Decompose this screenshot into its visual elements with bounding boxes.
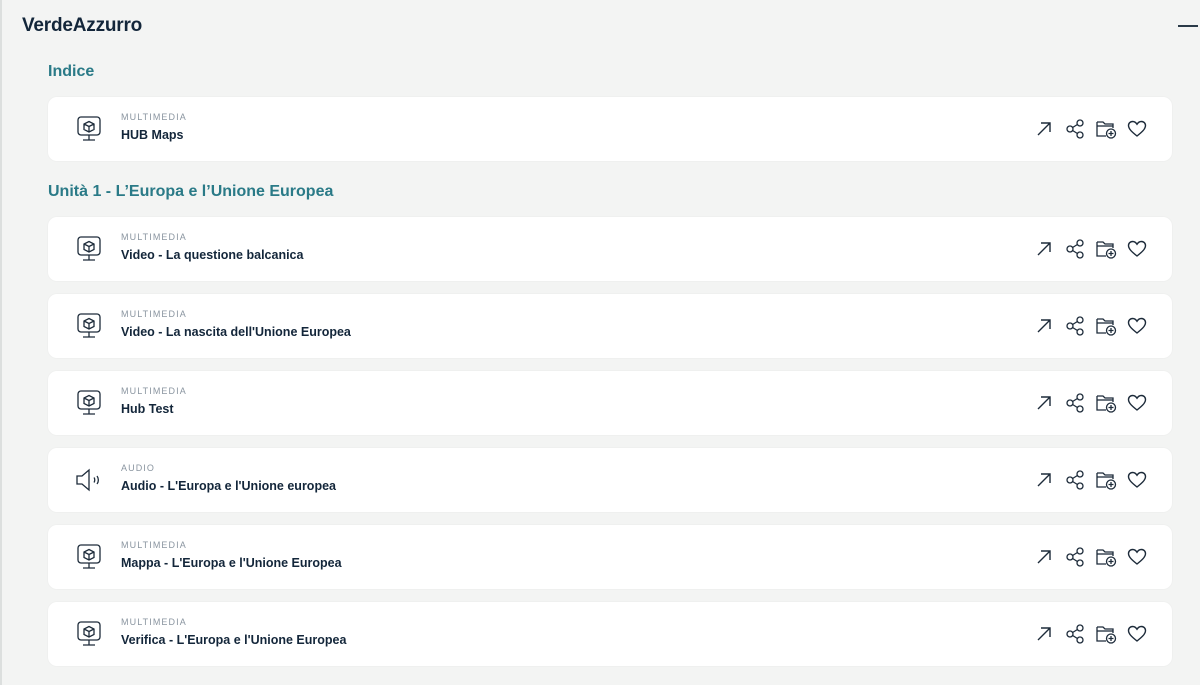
resource-actions <box>1033 546 1148 568</box>
arrow-up-right-icon[interactable] <box>1033 238 1055 260</box>
resource-card[interactable]: MULTIMEDIA Verifica - L'Europa e l'Union… <box>48 602 1172 666</box>
resource-title[interactable]: Video - La questione balcanica <box>121 248 303 262</box>
resource-type: MULTIMEDIA <box>121 386 187 396</box>
share-icon[interactable] <box>1064 238 1086 260</box>
resource-actions <box>1033 315 1148 337</box>
resource-actions <box>1033 623 1148 645</box>
folder-add-icon[interactable] <box>1095 118 1117 140</box>
monitor-cube-icon <box>74 235 104 263</box>
resource-title[interactable]: Verifica - L'Europa e l'Unione Europea <box>121 633 346 647</box>
resource-actions <box>1033 392 1148 414</box>
resource-type: AUDIO <box>121 463 156 473</box>
resource-type: MULTIMEDIA <box>121 617 187 627</box>
heart-icon[interactable] <box>1126 118 1148 140</box>
folder-add-icon[interactable] <box>1095 546 1117 568</box>
heart-icon[interactable] <box>1126 392 1148 414</box>
resource-title[interactable]: Hub Test <box>121 402 174 416</box>
arrow-up-right-icon[interactable] <box>1033 118 1055 140</box>
resource-actions <box>1033 469 1148 491</box>
page-title: VerdeAzzurro <box>22 15 143 36</box>
resource-card[interactable]: MULTIMEDIA Video - La nascita dell'Union… <box>48 294 1172 358</box>
share-icon[interactable] <box>1064 315 1086 337</box>
arrow-up-right-icon[interactable] <box>1033 469 1055 491</box>
monitor-cube-icon <box>74 389 104 417</box>
resource-type: MULTIMEDIA <box>121 540 187 550</box>
resource-type: MULTIMEDIA <box>121 309 187 319</box>
share-icon[interactable] <box>1064 469 1086 491</box>
resource-type: MULTIMEDIA <box>121 112 187 122</box>
heart-icon[interactable] <box>1126 469 1148 491</box>
share-icon[interactable] <box>1064 392 1086 414</box>
collapse-button[interactable] <box>1178 25 1198 27</box>
monitor-cube-icon <box>74 312 104 340</box>
resource-actions <box>1033 238 1148 260</box>
resource-title[interactable]: Audio - L'Europa e l'Unione europea <box>121 479 336 493</box>
folder-add-icon[interactable] <box>1095 315 1117 337</box>
heart-icon[interactable] <box>1126 546 1148 568</box>
monitor-cube-icon <box>74 115 104 143</box>
heart-icon[interactable] <box>1126 315 1148 337</box>
section-title-indice: Indice <box>48 63 95 80</box>
arrow-up-right-icon[interactable] <box>1033 315 1055 337</box>
resource-card[interactable]: AUDIO Audio - L'Europa e l'Unione europe… <box>48 448 1172 512</box>
resource-card[interactable]: MULTIMEDIA Video - La questione balcanic… <box>48 217 1172 281</box>
folder-add-icon[interactable] <box>1095 469 1117 491</box>
resource-actions <box>1033 118 1148 140</box>
folder-add-icon[interactable] <box>1095 238 1117 260</box>
section-title-unit-1: Unità 1 - L’Europa e l’Unione Europea <box>48 183 334 200</box>
monitor-cube-icon <box>74 543 104 571</box>
resource-title[interactable]: Mappa - L'Europa e l'Unione Europea <box>121 556 342 570</box>
arrow-up-right-icon[interactable] <box>1033 623 1055 645</box>
heart-icon[interactable] <box>1126 623 1148 645</box>
resource-card[interactable]: MULTIMEDIA HUB Maps <box>48 97 1172 161</box>
heart-icon[interactable] <box>1126 238 1148 260</box>
share-icon[interactable] <box>1064 623 1086 645</box>
arrow-up-right-icon[interactable] <box>1033 392 1055 414</box>
resource-card[interactable]: MULTIMEDIA Hub Test <box>48 371 1172 435</box>
share-icon[interactable] <box>1064 546 1086 568</box>
folder-add-icon[interactable] <box>1095 623 1117 645</box>
monitor-cube-icon <box>74 620 104 648</box>
resource-card[interactable]: MULTIMEDIA Mappa - L'Europa e l'Unione E… <box>48 525 1172 589</box>
arrow-up-right-icon[interactable] <box>1033 546 1055 568</box>
resource-type: MULTIMEDIA <box>121 232 187 242</box>
folder-add-icon[interactable] <box>1095 392 1117 414</box>
speaker-icon <box>74 466 104 494</box>
resource-title[interactable]: HUB Maps <box>121 128 184 142</box>
resource-title[interactable]: Video - La nascita dell'Unione Europea <box>121 325 351 339</box>
share-icon[interactable] <box>1064 118 1086 140</box>
